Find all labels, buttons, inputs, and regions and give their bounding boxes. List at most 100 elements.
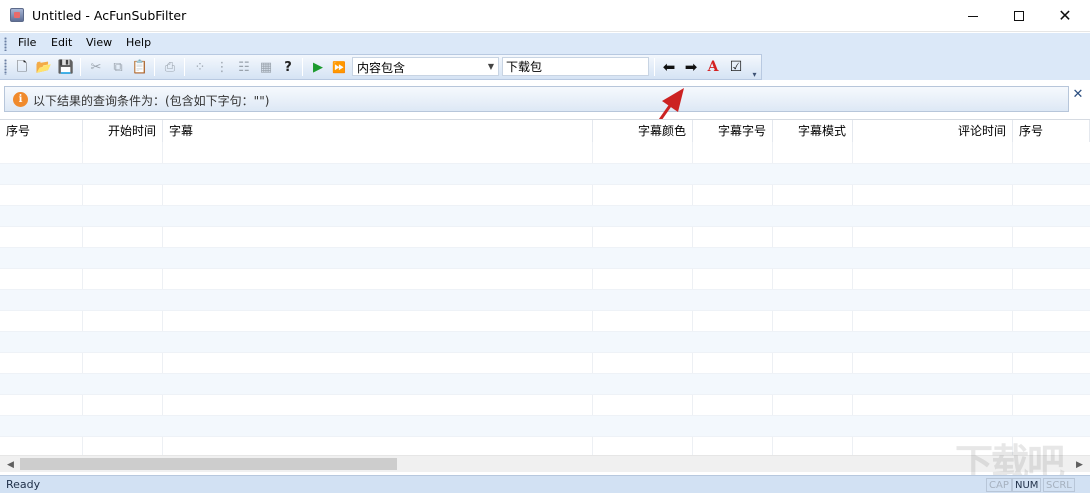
chevron-left-icon: ◀ [7, 459, 14, 470]
table-row [0, 437, 1090, 456]
table-row [0, 248, 1090, 269]
save-icon: 💾 [57, 59, 75, 75]
table-body[interactable] [0, 143, 1090, 456]
table-row [0, 206, 1090, 227]
select-all-button[interactable]: ☑ [727, 58, 745, 76]
paste-icon: 📋 [131, 59, 149, 75]
copy-icon: ⧉ [113, 59, 123, 75]
close-icon: ✕ [1072, 86, 1084, 102]
paste-button[interactable]: 📋 [131, 58, 149, 76]
view-detail-button[interactable]: ☷ [235, 58, 253, 76]
cut-button[interactable]: ✂ [87, 58, 105, 76]
save-button[interactable]: 💾 [57, 58, 75, 76]
column-header-start-time[interactable]: 开始时间 [83, 120, 163, 142]
column-header-mode[interactable]: 字幕模式 [773, 120, 853, 142]
menu-view[interactable]: View [86, 36, 112, 49]
next-button[interactable]: ➡ [682, 58, 700, 76]
table-row [0, 311, 1090, 332]
checkbox-icon: ☑ [729, 59, 743, 75]
filter-mode-select[interactable]: 内容包含 ▼ [352, 57, 499, 76]
chevron-right-icon: ▶ [1076, 459, 1083, 470]
help-icon: ? [284, 59, 292, 75]
menu-file[interactable]: File [18, 36, 36, 49]
toolbar-separator [154, 58, 155, 76]
table-row [0, 395, 1090, 416]
chevron-down-icon: ▾ [752, 70, 757, 79]
column-header-comment-time[interactable]: 评论时间 [853, 120, 1013, 142]
toolbar-separator [80, 58, 81, 76]
fast-forward-icon: ⏩ [332, 60, 346, 74]
cut-icon: ✂ [90, 59, 102, 75]
play-icon: ▶ [313, 59, 323, 75]
toolbar-overflow-button[interactable]: ▾ [749, 66, 760, 79]
title-bar: Untitled - AcFunSubFilter ✕ [0, 0, 1090, 32]
column-header-color[interactable]: 字幕颜色 [593, 120, 693, 142]
toolbar-separator [184, 58, 185, 76]
column-header-font-size[interactable]: 字幕字号 [693, 120, 773, 142]
subtitle-table: 序号 开始时间 字幕 字幕颜色 字幕字号 字幕模式 评论时间 序号 [0, 119, 1090, 456]
table-row [0, 269, 1090, 290]
toolbar-separator [654, 58, 655, 76]
list-small-icon: ⁘ [194, 59, 206, 75]
scroll-right-button[interactable]: ▶ [1071, 456, 1088, 473]
table-row [0, 374, 1090, 395]
grid-icon: ▦ [259, 59, 273, 75]
window-title: Untitled - AcFunSubFilter [32, 8, 187, 23]
scroll-lock-indicator: SCRL [1043, 478, 1075, 492]
view-grid-button[interactable]: ▦ [257, 58, 275, 76]
filter-mode-value: 内容包含 [357, 61, 406, 75]
menu-help[interactable]: Help [126, 36, 151, 49]
info-icon: i [13, 92, 28, 107]
info-close-button[interactable]: ✕ [1071, 86, 1085, 102]
table-row [0, 416, 1090, 437]
new-icon: 🗋 [16, 59, 28, 75]
close-icon: ✕ [1058, 6, 1072, 25]
maximize-icon [1014, 11, 1024, 21]
view-tree-button[interactable]: ⋮ [213, 58, 231, 76]
list-detail-icon: ☷ [238, 59, 250, 75]
table-header: 序号 开始时间 字幕 字幕颜色 字幕字号 字幕模式 评论时间 序号 [0, 120, 1090, 142]
chevron-down-icon[interactable]: ▼ [484, 58, 498, 75]
status-text: Ready [6, 478, 41, 491]
caps-lock-indicator: CAP [986, 478, 1012, 492]
font-color-button[interactable]: A [704, 58, 722, 76]
scrollbar-thumb[interactable] [20, 458, 397, 470]
search-input[interactable] [502, 57, 649, 76]
run-all-button[interactable]: ⏩ [330, 58, 348, 76]
new-button[interactable]: 🗋 [13, 58, 31, 76]
print-button[interactable]: ⎙ [161, 58, 179, 76]
print-icon: ⎙ [164, 59, 176, 75]
copy-button[interactable]: ⧉ [109, 58, 127, 76]
column-header-index[interactable]: 序号 [0, 120, 83, 142]
table-row [0, 143, 1090, 164]
app-icon [10, 8, 24, 22]
table-row [0, 227, 1090, 248]
table-row [0, 332, 1090, 353]
open-button[interactable]: 📂 [35, 58, 53, 76]
query-info-bar: i 以下结果的查询条件为：(包含如下字句："") [4, 86, 1069, 112]
status-bar: Ready CAP NUM SCRL [0, 475, 1090, 493]
table-row [0, 185, 1090, 206]
minimize-icon [968, 15, 978, 17]
scroll-left-button[interactable]: ◀ [2, 456, 19, 473]
menu-bar: File Edit View Help [0, 33, 1090, 54]
menu-edit[interactable]: Edit [51, 36, 72, 49]
toolbar-grip[interactable] [4, 59, 7, 75]
list-tree-icon: ⋮ [215, 59, 229, 75]
toolbar-separator [302, 58, 303, 76]
previous-button[interactable]: ⬅ [660, 58, 678, 76]
help-button[interactable]: ? [279, 58, 297, 76]
column-header-subtitle[interactable]: 字幕 [163, 120, 593, 142]
view-small-button[interactable]: ⁘ [191, 58, 209, 76]
arrow-left-icon: ⬅ [662, 57, 676, 76]
font-color-icon: A [707, 59, 719, 75]
maximize-button[interactable] [996, 0, 1042, 32]
close-button[interactable]: ✕ [1042, 0, 1088, 32]
table-row [0, 164, 1090, 185]
column-header-index-2[interactable]: 序号 [1013, 120, 1090, 142]
run-button[interactable]: ▶ [309, 58, 327, 76]
horizontal-scrollbar[interactable]: ◀ ▶ [0, 455, 1090, 472]
minimize-button[interactable] [950, 0, 996, 32]
menu-grip[interactable] [4, 37, 7, 51]
num-lock-indicator: NUM [1012, 478, 1042, 492]
